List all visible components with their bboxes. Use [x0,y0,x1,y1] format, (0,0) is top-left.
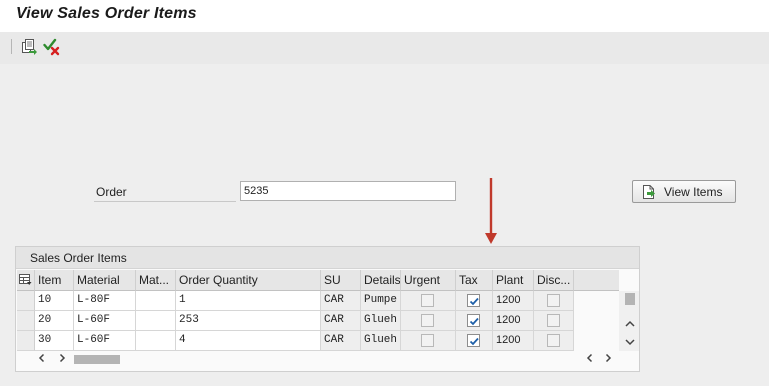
discount-checkbox[interactable] [547,294,560,307]
column-header-su[interactable]: SU [321,270,361,291]
cell-item[interactable]: 10 [35,291,74,311]
application-toolbar [0,32,769,64]
horizontal-scroll-thumb[interactable] [74,355,120,364]
document-arrow-icon [643,184,655,199]
checkmark-icon [469,337,479,346]
row-selector[interactable] [17,291,35,311]
table-caption: Sales Order Items [16,247,639,269]
cell-material-desc[interactable] [136,311,176,331]
column-header-order-quantity[interactable]: Order Quantity [176,270,321,291]
row-selector[interactable] [17,331,35,351]
vertical-scrollbar[interactable] [619,291,639,351]
order-input[interactable] [240,181,456,201]
discount-checkbox[interactable] [547,334,560,347]
cell-urgent [401,291,456,311]
cell-urgent [401,311,456,331]
chevron-up-icon[interactable] [624,319,636,329]
cell-material[interactable]: L-80F [74,291,136,311]
cell-plant: 1200 [493,331,534,351]
table-settings-icon[interactable] [17,270,35,291]
cell-material-desc[interactable] [136,331,176,351]
toolbar-separator [11,39,12,54]
cell-item[interactable]: 30 [35,331,74,351]
cell-details: Glueh [361,331,401,351]
page-title: View Sales Order Items [16,5,197,22]
cell-item[interactable]: 20 [35,311,74,331]
column-header-material-desc[interactable]: Mat... [136,270,176,291]
discount-checkbox[interactable] [547,314,560,327]
sales-order-items-table: Sales Order Items Item Material Mat... O… [15,246,640,372]
cell-tax [456,331,493,351]
urgent-checkbox[interactable] [421,294,434,307]
cell-tax [456,311,493,331]
cell-urgent [401,331,456,351]
cell-details: Glueh [361,311,401,331]
tax-checkbox[interactable] [467,334,480,347]
tax-checkbox[interactable] [467,314,480,327]
cell-plant: 1200 [493,291,534,311]
column-header-material[interactable]: Material [74,270,136,291]
order-label: Order [94,181,236,202]
urgent-checkbox[interactable] [421,314,434,327]
check-cancel-icon[interactable] [43,38,61,56]
cell-plant: 1200 [493,311,534,331]
annotation-arrow [485,178,497,244]
column-header-discount[interactable]: Disc... [534,270,574,291]
copy-document-icon[interactable] [20,38,38,56]
cell-order-quantity[interactable]: 253 [176,311,321,331]
title-bar: View Sales Order Items [0,0,769,32]
cell-material[interactable]: L-60F [74,311,136,331]
cell-su: CAR [321,311,361,331]
cell-details: Pumpe [361,291,401,311]
cell-material[interactable]: L-60F [74,331,136,351]
chevron-right-icon[interactable] [602,352,614,364]
column-header-spacer [574,270,619,291]
chevron-right-icon[interactable] [56,352,68,364]
cell-tax [456,291,493,311]
cell-su: CAR [321,291,361,311]
column-header-item[interactable]: Item [35,270,74,291]
row-selector[interactable] [17,311,35,331]
cell-order-quantity[interactable]: 1 [176,291,321,311]
urgent-checkbox[interactable] [421,334,434,347]
column-header-plant[interactable]: Plant [493,270,534,291]
cell-discount [534,311,574,331]
chevron-down-icon[interactable] [624,337,636,347]
cell-su: CAR [321,331,361,351]
cell-order-quantity[interactable]: 4 [176,331,321,351]
column-header-details[interactable]: Details [361,270,401,291]
column-header-tax[interactable]: Tax [456,270,493,291]
vertical-scroll-thumb[interactable] [625,293,635,305]
view-items-button[interactable]: View Items [632,180,736,203]
column-header-urgent[interactable]: Urgent [401,270,456,291]
cell-discount [534,331,574,351]
chevron-left-icon[interactable] [36,352,48,364]
cell-discount [534,291,574,311]
tax-checkbox[interactable] [467,294,480,307]
cell-material-desc[interactable] [136,291,176,311]
checkmark-icon [469,297,479,306]
checkmark-icon [469,317,479,326]
chevron-left-icon[interactable] [584,352,596,364]
view-items-label: View Items [664,184,723,199]
